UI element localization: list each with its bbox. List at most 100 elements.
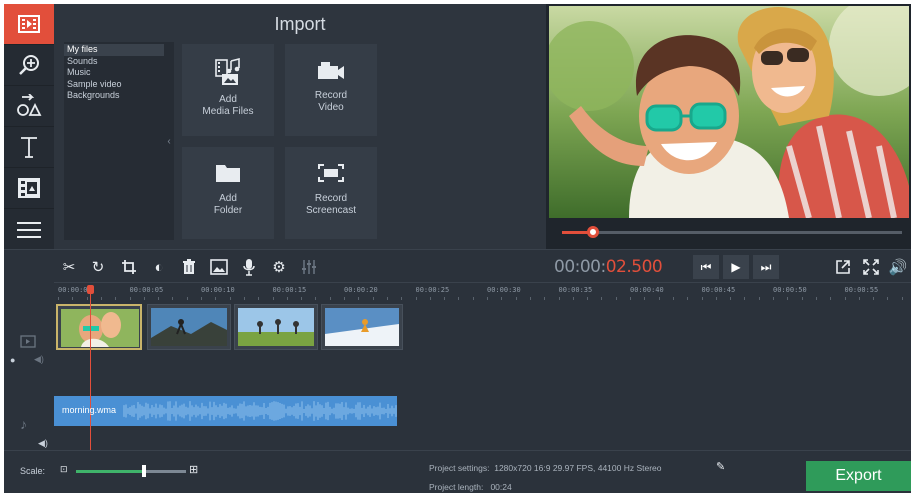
- ruler-tick-label: 00:00:15: [272, 286, 307, 294]
- import-film-icon: [18, 15, 40, 33]
- timeline-tracks: morning.wma: [54, 300, 911, 450]
- screencast-icon: [318, 164, 344, 182]
- video-clip[interactable]: [147, 304, 231, 350]
- category-music[interactable]: Music: [64, 67, 164, 79]
- play-button[interactable]: ▶: [723, 255, 749, 279]
- edit-toolbar: ✂ ↻ ◐ ⚙ 00:00:02.500 ⏮ ▶ ⏭ 🔊: [4, 249, 911, 282]
- project-settings-value: 1280x720 16:9 29.97 FPS, 44100 Hz Stereo: [494, 463, 662, 473]
- timecode-display: 00:00:02.500: [554, 257, 663, 277]
- video-track-icon: [20, 335, 36, 348]
- ruler-tick-label: 00:00:45: [701, 286, 736, 294]
- skip-forward-icon: ⏭: [760, 259, 772, 274]
- video-clip[interactable]: [321, 304, 403, 350]
- project-length-label: Project length:: [429, 482, 484, 492]
- export-button[interactable]: Export: [806, 461, 911, 491]
- equalizer-icon[interactable]: [298, 256, 320, 278]
- mute-audio-icon[interactable]: ◀): [38, 438, 48, 449]
- edit-pencil-icon[interactable]: ✎: [716, 460, 725, 473]
- ruler-tick-label: 00:00:40: [630, 286, 664, 294]
- mute-video-icon[interactable]: ◀): [34, 354, 44, 365]
- ruler-tick-label: 00:00:05: [129, 286, 164, 294]
- category-sample-video[interactable]: Sample video: [64, 79, 164, 91]
- stickers-tab-button[interactable]: [4, 168, 54, 209]
- next-frame-button[interactable]: ⏭: [753, 255, 779, 279]
- fullscreen-icon[interactable]: [860, 256, 882, 278]
- project-settings: Project settings: 1280x720 16:9 29.97 FP…: [429, 463, 662, 473]
- timecode-fraction: 02.500: [605, 257, 663, 277]
- scale-slider-fill: [76, 470, 145, 473]
- eye-visibility-icon[interactable]: ●: [10, 355, 15, 365]
- crop-icon[interactable]: [118, 256, 140, 278]
- menu-list-icon: [17, 221, 41, 238]
- titles-tab-button[interactable]: [4, 127, 54, 168]
- video-clip[interactable]: [56, 304, 142, 350]
- zoom-out-icon[interactable]: ⊡: [60, 464, 68, 475]
- settings-gear-icon[interactable]: ⚙: [268, 256, 290, 278]
- transitions-shapes-icon: [17, 94, 42, 116]
- add-media-files-button[interactable]: Add Media Files: [182, 44, 274, 136]
- app-window: Import My files Sounds Music Sample vide…: [4, 4, 911, 493]
- timecode-elapsed: 00:00:: [554, 257, 606, 277]
- category-sounds[interactable]: Sounds: [64, 56, 164, 68]
- add-media-icon: [215, 58, 240, 85]
- insert-image-icon[interactable]: [208, 256, 230, 278]
- ruler-tick-label: 00:00:30: [487, 286, 521, 294]
- text-t-icon: [21, 137, 37, 158]
- record-video-label: Record Video: [314, 90, 348, 113]
- category-my-files[interactable]: My files: [64, 44, 164, 56]
- magic-wand-search-icon: [19, 55, 39, 75]
- music-note-icon: ♪: [20, 416, 27, 432]
- import-title: Import: [274, 14, 326, 34]
- project-length: Project length: 00:24: [429, 482, 512, 492]
- import-panel: Import My files Sounds Music Sample vide…: [54, 4, 546, 249]
- video-track-header: ● ◀): [4, 300, 54, 368]
- add-folder-button[interactable]: Add Folder: [182, 147, 274, 239]
- playhead: [90, 288, 91, 450]
- left-sidebar: [4, 4, 54, 249]
- detach-preview-icon[interactable]: [832, 256, 854, 278]
- previous-frame-button[interactable]: ⏮: [693, 255, 719, 279]
- bottom-bar: Scale: ⊡ ⊞ Project settings: 1280x720 16…: [4, 450, 911, 493]
- rotate-icon[interactable]: ↻: [87, 256, 109, 278]
- scale-slider-handle[interactable]: [142, 465, 147, 477]
- filters-tab-button[interactable]: [4, 45, 54, 86]
- seek-handle[interactable]: [586, 226, 599, 238]
- record-screencast-button[interactable]: Record Screencast: [285, 147, 377, 239]
- audio-track-header: ♪ ◀): [4, 404, 54, 450]
- preview-player: [546, 4, 911, 249]
- video-clip[interactable]: [234, 304, 318, 350]
- transitions-tab-button[interactable]: [4, 86, 54, 127]
- stickers-icon: [18, 178, 40, 198]
- cut-icon[interactable]: ✂: [58, 256, 80, 278]
- zoom-in-icon[interactable]: ⊞: [189, 463, 198, 476]
- folder-icon: [216, 165, 240, 182]
- volume-icon[interactable]: 🔊: [887, 256, 909, 278]
- color-adjust-icon[interactable]: ◐: [148, 256, 170, 278]
- ruler-tick-label: 00:00:20: [344, 286, 378, 294]
- project-settings-label: Project settings:: [429, 463, 490, 473]
- ruler-tick-label: 00:00:35: [558, 286, 593, 294]
- category-backgrounds[interactable]: Backgrounds: [64, 90, 164, 102]
- audio-clip-name: morning.wma: [62, 405, 117, 415]
- timeline-ruler[interactable]: 00:00:00 00:00:05 00:00:10 00:00:15 00:00:20…: [54, 282, 911, 300]
- more-tab-button[interactable]: [4, 209, 54, 250]
- record-screencast-label: Record Screencast: [305, 193, 357, 216]
- scale-label: Scale:: [20, 466, 46, 476]
- ruler-tick-label: 00:00:50: [773, 286, 807, 294]
- audio-clip[interactable]: morning.wma: [54, 396, 397, 426]
- seek-bar[interactable]: [562, 231, 902, 234]
- microphone-icon[interactable]: [238, 256, 260, 278]
- video-camera-icon: [318, 62, 344, 79]
- add-folder-label: Add Folder: [213, 193, 243, 216]
- play-icon: ▶: [731, 260, 741, 274]
- record-video-button[interactable]: Record Video: [285, 44, 377, 136]
- collapse-panel-button[interactable]: ‹: [164, 42, 174, 240]
- import-tab-button[interactable]: [4, 4, 54, 45]
- ruler-tick-label: 00:00:55: [844, 286, 879, 294]
- ruler-tick-label: 00:00:10: [201, 286, 235, 294]
- skip-back-icon: ⏮: [700, 259, 712, 274]
- project-length-value: 00:24: [490, 482, 512, 492]
- add-media-label: Add Media Files: [202, 94, 254, 117]
- preview-image: [549, 6, 909, 218]
- delete-icon[interactable]: [178, 256, 200, 278]
